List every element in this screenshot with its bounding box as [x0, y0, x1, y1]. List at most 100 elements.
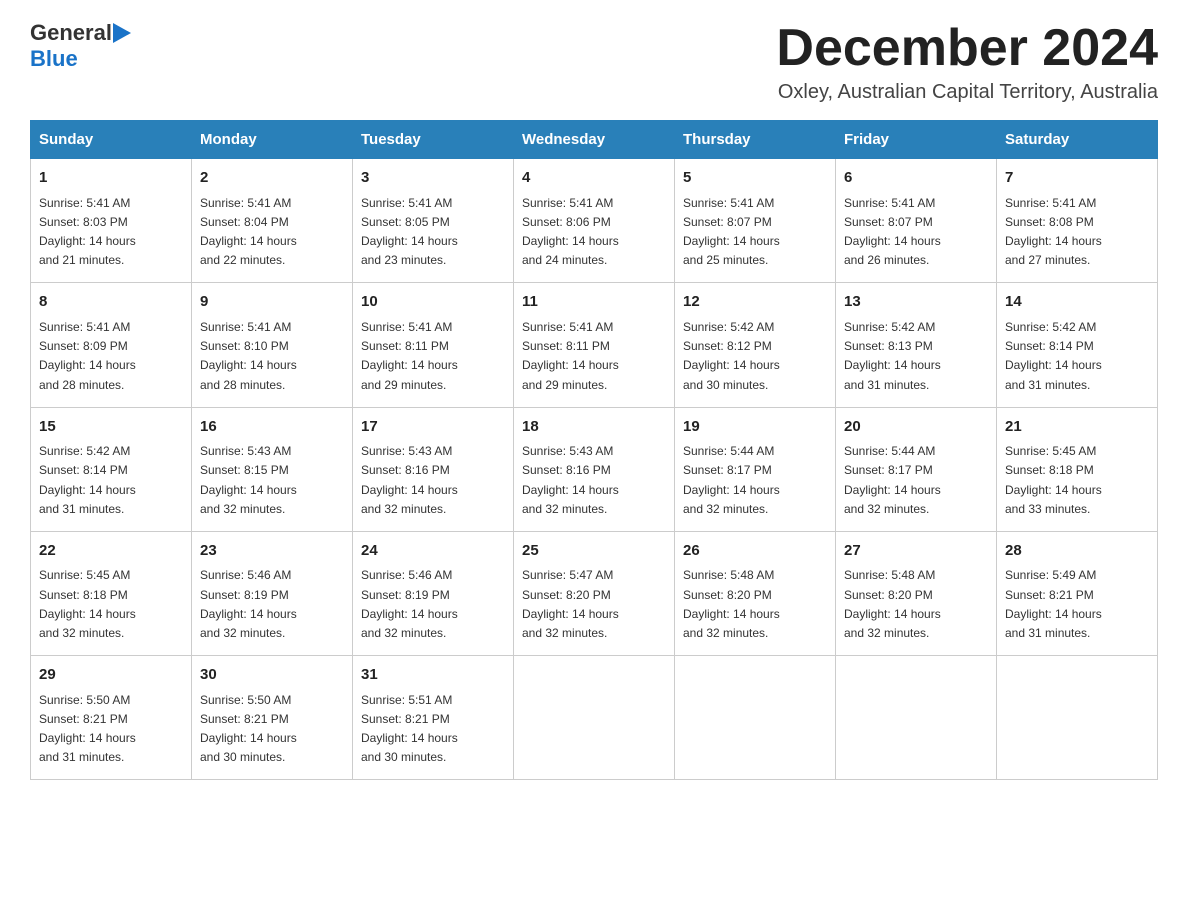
- calendar-cell-w4-d6: 27 Sunrise: 5:48 AMSunset: 8:20 PMDaylig…: [836, 531, 997, 655]
- day-number: 13: [844, 291, 988, 314]
- day-number: 3: [361, 167, 505, 190]
- calendar-cell-w5-d1: 29 Sunrise: 5:50 AMSunset: 8:21 PMDaylig…: [31, 656, 192, 780]
- day-info: Sunrise: 5:46 AMSunset: 8:19 PMDaylight:…: [361, 568, 458, 640]
- day-info: Sunrise: 5:41 AMSunset: 8:04 PMDaylight:…: [200, 196, 297, 268]
- day-number: 16: [200, 416, 344, 439]
- day-number: 14: [1005, 291, 1149, 314]
- header-wednesday: Wednesday: [514, 121, 675, 159]
- weekday-header-row: Sunday Monday Tuesday Wednesday Thursday…: [31, 121, 1158, 159]
- calendar-cell-w1-d7: 7 Sunrise: 5:41 AMSunset: 8:08 PMDayligh…: [997, 159, 1158, 283]
- day-info: Sunrise: 5:43 AMSunset: 8:15 PMDaylight:…: [200, 444, 297, 516]
- calendar-cell-w5-d4: [514, 656, 675, 780]
- day-info: Sunrise: 5:50 AMSunset: 8:21 PMDaylight:…: [39, 693, 136, 765]
- logo: General Blue: [30, 20, 131, 72]
- day-info: Sunrise: 5:41 AMSunset: 8:07 PMDaylight:…: [844, 196, 941, 268]
- logo-blue-text: Blue: [30, 46, 78, 72]
- logo-general-text: General: [30, 20, 112, 46]
- calendar-cell-w2-d3: 10 Sunrise: 5:41 AMSunset: 8:11 PMDaylig…: [353, 283, 514, 407]
- calendar-cell-w3-d7: 21 Sunrise: 5:45 AMSunset: 8:18 PMDaylig…: [997, 407, 1158, 531]
- day-info: Sunrise: 5:49 AMSunset: 8:21 PMDaylight:…: [1005, 568, 1102, 640]
- day-info: Sunrise: 5:41 AMSunset: 8:07 PMDaylight:…: [683, 196, 780, 268]
- day-info: Sunrise: 5:43 AMSunset: 8:16 PMDaylight:…: [361, 444, 458, 516]
- day-number: 9: [200, 291, 344, 314]
- calendar-cell-w2-d5: 12 Sunrise: 5:42 AMSunset: 8:12 PMDaylig…: [675, 283, 836, 407]
- day-number: 25: [522, 540, 666, 563]
- calendar-cell-w5-d6: [836, 656, 997, 780]
- day-number: 17: [361, 416, 505, 439]
- day-number: 27: [844, 540, 988, 563]
- title-section: December 2024 Oxley, Australian Capital …: [776, 20, 1158, 104]
- day-number: 29: [39, 664, 183, 687]
- day-number: 24: [361, 540, 505, 563]
- calendar-cell-w1-d5: 5 Sunrise: 5:41 AMSunset: 8:07 PMDayligh…: [675, 159, 836, 283]
- calendar-table: Sunday Monday Tuesday Wednesday Thursday…: [30, 120, 1158, 780]
- day-info: Sunrise: 5:43 AMSunset: 8:16 PMDaylight:…: [522, 444, 619, 516]
- calendar-cell-w1-d6: 6 Sunrise: 5:41 AMSunset: 8:07 PMDayligh…: [836, 159, 997, 283]
- location-subtitle: Oxley, Australian Capital Territory, Aus…: [776, 81, 1158, 104]
- month-year-title: December 2024: [776, 20, 1158, 77]
- day-info: Sunrise: 5:45 AMSunset: 8:18 PMDaylight:…: [39, 568, 136, 640]
- day-number: 11: [522, 291, 666, 314]
- day-info: Sunrise: 5:41 AMSunset: 8:05 PMDaylight:…: [361, 196, 458, 268]
- page-header: General Blue December 2024 Oxley, Austra…: [30, 20, 1158, 104]
- day-number: 21: [1005, 416, 1149, 439]
- day-info: Sunrise: 5:47 AMSunset: 8:20 PMDaylight:…: [522, 568, 619, 640]
- calendar-cell-w5-d5: [675, 656, 836, 780]
- calendar-cell-w2-d6: 13 Sunrise: 5:42 AMSunset: 8:13 PMDaylig…: [836, 283, 997, 407]
- calendar-cell-w4-d4: 25 Sunrise: 5:47 AMSunset: 8:20 PMDaylig…: [514, 531, 675, 655]
- calendar-week-3: 15 Sunrise: 5:42 AMSunset: 8:14 PMDaylig…: [31, 407, 1158, 531]
- day-number: 22: [39, 540, 183, 563]
- calendar-cell-w2-d2: 9 Sunrise: 5:41 AMSunset: 8:10 PMDayligh…: [192, 283, 353, 407]
- day-info: Sunrise: 5:50 AMSunset: 8:21 PMDaylight:…: [200, 693, 297, 765]
- day-info: Sunrise: 5:41 AMSunset: 8:11 PMDaylight:…: [522, 320, 619, 392]
- header-friday: Friday: [836, 121, 997, 159]
- day-info: Sunrise: 5:42 AMSunset: 8:12 PMDaylight:…: [683, 320, 780, 392]
- day-info: Sunrise: 5:44 AMSunset: 8:17 PMDaylight:…: [844, 444, 941, 516]
- calendar-cell-w1-d3: 3 Sunrise: 5:41 AMSunset: 8:05 PMDayligh…: [353, 159, 514, 283]
- day-info: Sunrise: 5:41 AMSunset: 8:11 PMDaylight:…: [361, 320, 458, 392]
- calendar-cell-w1-d2: 2 Sunrise: 5:41 AMSunset: 8:04 PMDayligh…: [192, 159, 353, 283]
- calendar-cell-w3-d1: 15 Sunrise: 5:42 AMSunset: 8:14 PMDaylig…: [31, 407, 192, 531]
- calendar-cell-w3-d6: 20 Sunrise: 5:44 AMSunset: 8:17 PMDaylig…: [836, 407, 997, 531]
- day-number: 12: [683, 291, 827, 314]
- day-info: Sunrise: 5:48 AMSunset: 8:20 PMDaylight:…: [683, 568, 780, 640]
- day-info: Sunrise: 5:41 AMSunset: 8:06 PMDaylight:…: [522, 196, 619, 268]
- calendar-cell-w3-d2: 16 Sunrise: 5:43 AMSunset: 8:15 PMDaylig…: [192, 407, 353, 531]
- day-info: Sunrise: 5:42 AMSunset: 8:13 PMDaylight:…: [844, 320, 941, 392]
- day-info: Sunrise: 5:48 AMSunset: 8:20 PMDaylight:…: [844, 568, 941, 640]
- calendar-cell-w5-d3: 31 Sunrise: 5:51 AMSunset: 8:21 PMDaylig…: [353, 656, 514, 780]
- day-number: 19: [683, 416, 827, 439]
- day-info: Sunrise: 5:44 AMSunset: 8:17 PMDaylight:…: [683, 444, 780, 516]
- calendar-week-4: 22 Sunrise: 5:45 AMSunset: 8:18 PMDaylig…: [31, 531, 1158, 655]
- calendar-cell-w3-d4: 18 Sunrise: 5:43 AMSunset: 8:16 PMDaylig…: [514, 407, 675, 531]
- header-thursday: Thursday: [675, 121, 836, 159]
- calendar-cell-w5-d7: [997, 656, 1158, 780]
- calendar-cell-w4-d7: 28 Sunrise: 5:49 AMSunset: 8:21 PMDaylig…: [997, 531, 1158, 655]
- calendar-cell-w5-d2: 30 Sunrise: 5:50 AMSunset: 8:21 PMDaylig…: [192, 656, 353, 780]
- day-number: 1: [39, 167, 183, 190]
- day-number: 28: [1005, 540, 1149, 563]
- calendar-cell-w4-d5: 26 Sunrise: 5:48 AMSunset: 8:20 PMDaylig…: [675, 531, 836, 655]
- day-number: 20: [844, 416, 988, 439]
- day-info: Sunrise: 5:42 AMSunset: 8:14 PMDaylight:…: [39, 444, 136, 516]
- calendar-week-5: 29 Sunrise: 5:50 AMSunset: 8:21 PMDaylig…: [31, 656, 1158, 780]
- header-sunday: Sunday: [31, 121, 192, 159]
- header-monday: Monday: [192, 121, 353, 159]
- header-tuesday: Tuesday: [353, 121, 514, 159]
- calendar-cell-w2-d1: 8 Sunrise: 5:41 AMSunset: 8:09 PMDayligh…: [31, 283, 192, 407]
- calendar-cell-w4-d2: 23 Sunrise: 5:46 AMSunset: 8:19 PMDaylig…: [192, 531, 353, 655]
- day-number: 26: [683, 540, 827, 563]
- calendar-cell-w4-d3: 24 Sunrise: 5:46 AMSunset: 8:19 PMDaylig…: [353, 531, 514, 655]
- day-number: 4: [522, 167, 666, 190]
- day-info: Sunrise: 5:51 AMSunset: 8:21 PMDaylight:…: [361, 693, 458, 765]
- day-number: 15: [39, 416, 183, 439]
- day-info: Sunrise: 5:41 AMSunset: 8:08 PMDaylight:…: [1005, 196, 1102, 268]
- calendar-cell-w1-d1: 1 Sunrise: 5:41 AMSunset: 8:03 PMDayligh…: [31, 159, 192, 283]
- day-info: Sunrise: 5:41 AMSunset: 8:09 PMDaylight:…: [39, 320, 136, 392]
- day-info: Sunrise: 5:42 AMSunset: 8:14 PMDaylight:…: [1005, 320, 1102, 392]
- header-saturday: Saturday: [997, 121, 1158, 159]
- day-number: 18: [522, 416, 666, 439]
- logo-arrow-icon: [113, 23, 131, 43]
- day-info: Sunrise: 5:45 AMSunset: 8:18 PMDaylight:…: [1005, 444, 1102, 516]
- day-number: 2: [200, 167, 344, 190]
